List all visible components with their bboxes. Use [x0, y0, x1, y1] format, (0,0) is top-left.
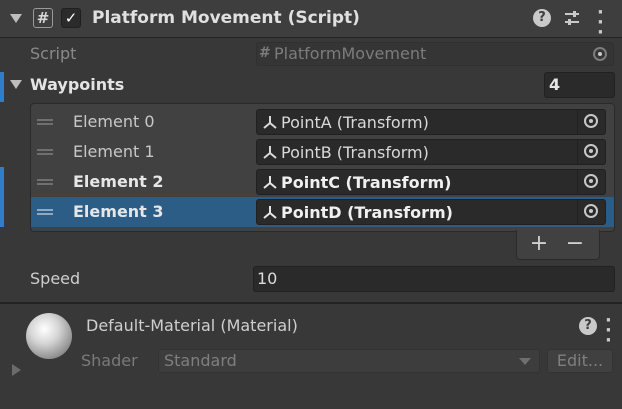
transform-value: PointB (Transform): [281, 143, 429, 162]
transform-field[interactable]: PointB (Transform): [256, 139, 606, 165]
transform-icon: [263, 206, 277, 219]
object-picker-icon: [584, 174, 598, 188]
drag-handle-icon[interactable]: [37, 209, 53, 215]
component-enabled-checkbox[interactable]: ✓: [61, 8, 81, 28]
more-dots-icon[interactable]: · · ·: [597, 4, 604, 42]
object-picker-icon: [593, 47, 607, 61]
element-label: Element 3: [73, 202, 164, 221]
foldout-arrow-icon[interactable]: [10, 80, 22, 89]
transform-field[interactable]: PointC (Transform): [256, 169, 606, 195]
transform-field[interactable]: PointD (Transform): [256, 199, 606, 225]
transform-icon: [263, 146, 277, 159]
shader-label: Shader: [81, 351, 138, 370]
transform-value: PointC (Transform): [281, 173, 452, 192]
component-header: # ✓ Platform Movement (Script) ? · · ·: [0, 0, 622, 42]
object-picker-button[interactable]: [577, 170, 605, 194]
component-title: Platform Movement (Script): [92, 8, 360, 28]
script-label: Script: [30, 44, 77, 63]
script-field: # PlatformMovement: [256, 42, 614, 66]
shader-dropdown[interactable]: Standard: [158, 349, 540, 373]
chevron-down-icon: [519, 358, 531, 365]
foldout-arrow-icon[interactable]: [12, 364, 21, 376]
modified-indicator: [0, 167, 4, 197]
object-picker-button[interactable]: [577, 110, 605, 134]
speed-field[interactable]: 10: [253, 266, 615, 292]
object-picker-icon: [584, 144, 598, 158]
add-element-button[interactable]: +: [527, 232, 551, 256]
waypoints-label[interactable]: Waypoints: [30, 75, 124, 94]
transform-icon: [263, 176, 277, 189]
script-hash-icon: #: [33, 8, 53, 28]
script-hash-icon: #: [259, 45, 271, 61]
transform-value: PointA (Transform): [281, 113, 429, 132]
divider: [0, 302, 622, 304]
more-dots-icon[interactable]: · · ·: [605, 312, 612, 350]
drag-handle-icon[interactable]: [37, 179, 53, 185]
transform-value: PointD (Transform): [281, 203, 453, 222]
object-picker-icon: [584, 204, 598, 218]
modified-indicator: [0, 72, 4, 102]
material-sphere-icon: [26, 313, 72, 359]
drag-handle-icon[interactable]: [37, 149, 53, 155]
waypoints-size-field[interactable]: 4: [544, 72, 615, 98]
object-picker-icon: [584, 114, 598, 128]
list-footer: + −: [516, 230, 600, 260]
edit-shader-button[interactable]: Edit...: [547, 349, 613, 373]
speed-value: 10: [257, 269, 278, 288]
modified-indicator: [0, 197, 4, 227]
shader-value: Standard: [164, 351, 237, 370]
transform-icon: [263, 116, 277, 129]
object-picker-button[interactable]: [577, 140, 605, 164]
element-label: Element 2: [73, 172, 164, 191]
speed-label[interactable]: Speed: [30, 269, 80, 288]
preset-sliders-icon[interactable]: [563, 9, 581, 27]
waypoints-size-value: 4: [549, 75, 561, 94]
element-label: Element 1: [73, 142, 155, 161]
script-value: PlatformMovement: [274, 44, 427, 63]
transform-field[interactable]: PointA (Transform): [256, 109, 606, 135]
foldout-arrow-icon[interactable]: [10, 14, 22, 23]
element-label: Element 0: [73, 112, 155, 131]
help-icon[interactable]: ?: [533, 9, 551, 27]
remove-element-button[interactable]: −: [563, 232, 587, 256]
material-title: Default-Material (Material): [86, 316, 298, 335]
help-icon[interactable]: ?: [579, 317, 597, 335]
drag-handle-icon[interactable]: [37, 119, 53, 125]
object-picker-button[interactable]: [577, 200, 605, 224]
